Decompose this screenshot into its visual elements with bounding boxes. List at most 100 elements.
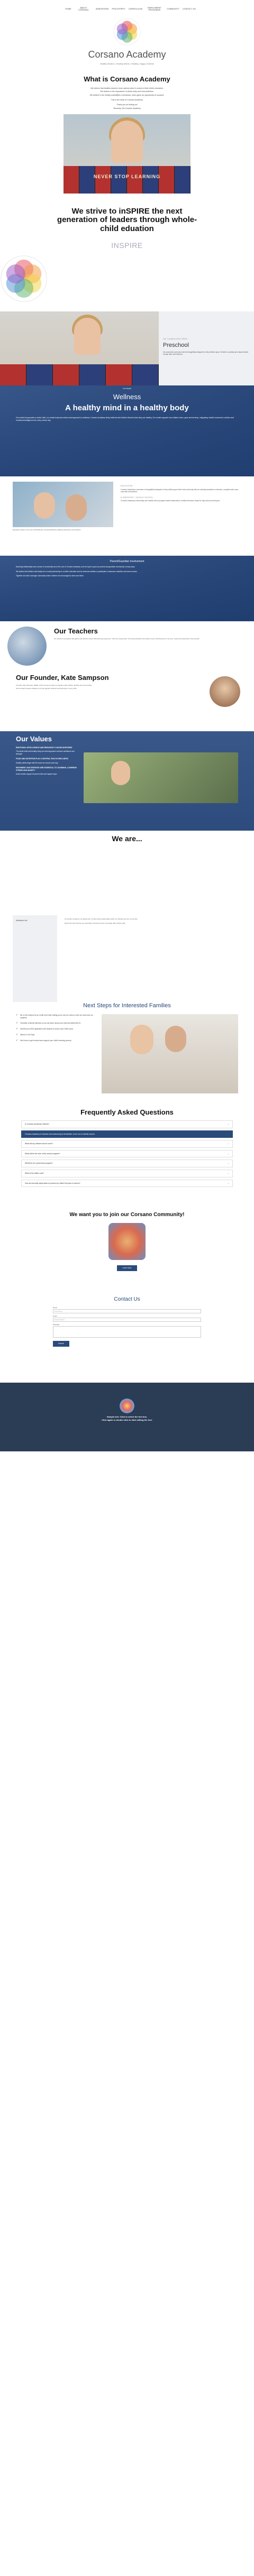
nav-about[interactable]: About Corsano <box>75 7 93 12</box>
list-item: ✓ We'd love to get involved and support y… <box>16 1039 95 1042</box>
message-field[interactable] <box>53 1326 201 1338</box>
check-icon: ✓ <box>16 1033 19 1037</box>
education-text: Corsano Academy's curriculum is thoughtf… <box>121 489 239 493</box>
education-section: Education based on the role of Mindfulne… <box>0 476 254 556</box>
inspire-section: We strive to inSPIRE the next generation… <box>0 207 254 303</box>
intro-para: This is the heart of Corsano Academy. <box>111 99 143 102</box>
chevron-down-icon: ⌄ <box>228 1162 229 1165</box>
logo-block: Corsano Academy Healthy Bodies • Healthy… <box>0 18 254 70</box>
next-steps-list: ✓ Be on the lookout for an email from Kat… <box>16 1014 95 1093</box>
elementary-text: Corsano Academy's elementary and middle … <box>121 500 220 502</box>
check-icon: ✓ <box>16 1014 19 1017</box>
community-title: We want you to join our Corsano Communit… <box>69 1212 185 1218</box>
name-field[interactable]: First Name <box>53 1309 201 1314</box>
preschool-label: Our Location Now Offers <box>163 338 188 341</box>
email-label: Email <box>53 1315 57 1318</box>
faq-question[interactable]: What will my children eat for lunch? ⌄ <box>21 1140 233 1148</box>
nav-community[interactable]: Community <box>167 8 179 10</box>
we-are-section: We are... <box>0 831 254 915</box>
mandala-logo-icon <box>113 18 141 45</box>
faq-question-text: What will my children eat for lunch? <box>25 1143 53 1145</box>
submit-button[interactable]: Submit <box>53 1341 69 1347</box>
step-text: Submit your 2023 application and deposit… <box>20 1028 74 1031</box>
list-item: ✓ Be on the lookout for an email from Kat… <box>16 1014 95 1019</box>
we-are-title: We are... <box>112 834 142 843</box>
founder-para: She founded Corsano Academy to bring tog… <box>16 687 77 690</box>
faq-question[interactable]: Is Corsano Academy Catholic? ⌄ <box>21 1120 233 1128</box>
faq-question[interactable]: Will there be a preschool program? ⌄ <box>21 1160 233 1167</box>
values-title: Our Values <box>16 735 52 743</box>
values-section: Our Values Emotional Intelligence and Re… <box>0 731 254 831</box>
next-steps-section: Next Steps for Interested Families ✓ Be o… <box>0 1002 254 1108</box>
inspire-mandala-icon <box>1 255 47 302</box>
wellness-title: Wellness <box>113 393 141 401</box>
faq-question[interactable]: How are security steps taken to protect … <box>21 1179 233 1188</box>
community-section: We want you to join our Corsano Communit… <box>0 1208 254 1293</box>
faq-question[interactable]: What will be the size of the school prog… <box>21 1149 233 1158</box>
intro-para: Thank you for finding us! <box>116 104 138 106</box>
teachers-text: Our teachers are guides that gather and … <box>54 638 200 640</box>
additional-info-label: Additional Info <box>13 915 57 1002</box>
preschool-photo <box>0 311 159 386</box>
name-label: Name <box>53 1306 58 1309</box>
faq-question-text: What is the tuition cost? <box>25 1172 44 1174</box>
list-item: ✓ Submit your 2023 application and deposi… <box>16 1028 95 1031</box>
intro-para: We believe that families deserve more op… <box>90 87 164 89</box>
parent-title: Parent/Guardian Involvement <box>110 560 144 564</box>
value-heading: Movement and exercise are essential to l… <box>16 767 77 771</box>
nav-curriculum[interactable]: Curriculum <box>129 8 142 10</box>
faq-section: Frequently Asked Questions Is Corsano Ac… <box>0 1108 254 1208</box>
nav-admissions[interactable]: Admissions <box>96 8 109 10</box>
inspire-word: INSPIRE <box>111 241 143 250</box>
intro-signoff: Sincerely, the Corsano Academy <box>113 107 141 109</box>
chevron-down-icon: ⌄ <box>228 1152 229 1155</box>
teachers-photo <box>7 627 47 666</box>
footer-text: Click again or double click to start edi… <box>102 1418 152 1421</box>
step-text: Attend a Tour Day! <box>20 1034 35 1036</box>
founder-photo <box>210 676 240 707</box>
teachers-title: Our Teachers <box>54 627 98 636</box>
value-text: Active bodies support focused minds and … <box>16 773 58 776</box>
footer-logo-icon <box>120 1399 134 1414</box>
email-field[interactable]: Email Address <box>53 1318 201 1322</box>
contact-section: Contact Us Name First Name Email Email A… <box>0 1293 254 1383</box>
faq-question[interactable]: What is the tuition cost? ⌄ <box>21 1169 233 1177</box>
intro-section: What is Corsano Academy We believe that … <box>0 75 254 194</box>
preschool-section: Our Location Now Offers Preschool Our pr… <box>0 311 254 386</box>
education-photo <box>13 482 113 528</box>
logo-subtitle: Healthy Bodies • Healthy Minds • Healthy… <box>99 62 155 65</box>
community-photo <box>108 1222 146 1260</box>
wellness-headline: A healthy mind in a healthy body <box>65 403 189 412</box>
contact-title: Contact Us <box>114 1296 140 1303</box>
nav-enrichment[interactable]: Enrichment Programs <box>146 7 164 12</box>
education-caption: Education based on the role of Mindfulne… <box>13 529 81 531</box>
nav-philosophy[interactable]: Philosophy <box>112 8 125 10</box>
nav-home[interactable]: Home <box>65 8 71 10</box>
faq-answer: Corsano Academy is inclusive and welcomi… <box>25 1133 95 1135</box>
logo-title: Corsano Academy <box>88 49 166 60</box>
parent-para: Nurturing relationships and a sense of c… <box>16 566 135 568</box>
wellness-text: Our model incorporates a whole child, in… <box>16 416 234 421</box>
preschool-info: Our Location Now Offers Preschool Our pr… <box>159 311 254 386</box>
faq-question-text: Will there be a preschool program? <box>25 1162 53 1165</box>
elementary-label: ELEMENTARY / MIDDLE SCHOOL <box>121 496 153 499</box>
chevron-down-icon: ⌄ <box>228 1123 229 1126</box>
faq-question-text: How are security steps taken to protect … <box>25 1182 80 1184</box>
faq-question-text: What will be the size of the school prog… <box>25 1152 60 1155</box>
additional-info-section: Additional Info At Corsano Academy, we a… <box>0 915 254 1002</box>
top-nav: Home About Corsano Admissions Philosophy… <box>0 0 254 18</box>
next-steps-photo <box>102 1014 238 1094</box>
additional-para: At Corsano Academy, we always aim to bui… <box>65 918 138 921</box>
additional-para: Movement and exercise are essential to l… <box>65 922 126 924</box>
value-text: The whole-child and healthy body and min… <box>16 750 75 755</box>
faq-question-text: Is Corsano Academy Catholic? <box>25 1123 50 1126</box>
intro-para: We believe in the importance of whole bo… <box>100 90 154 93</box>
value-heading: Emotional Intelligence and Resiliency ca… <box>16 747 72 749</box>
parent-section: Parent/Guardian Involvement Nurturing re… <box>0 556 254 621</box>
footer: Sample text. Click to select the text bo… <box>0 1383 254 1452</box>
learn-more-button[interactable]: Learn More <box>117 1265 137 1271</box>
value-heading: Food and Nutrition play a central role i… <box>16 758 68 760</box>
check-icon: ✓ <box>16 1039 19 1043</box>
nav-contact[interactable]: Contact Us <box>183 8 196 10</box>
list-item: ✓ Attend a Tour Day! <box>16 1034 95 1036</box>
